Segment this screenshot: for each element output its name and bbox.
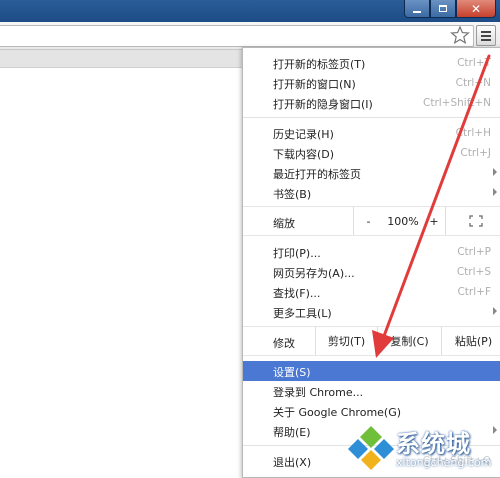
- menu-item-downloads[interactable]: 下载内容(D) Ctrl+J: [243, 143, 500, 163]
- menu-item-shortcut: Ctrl+S: [456, 266, 491, 278]
- watermark-logo-icon: [348, 426, 394, 470]
- menu-item-label: 网页另存为(A)...: [273, 267, 355, 280]
- menu-item-bookmarks[interactable]: 书签(B): [243, 183, 500, 203]
- menu-item-shortcut: Ctrl+P: [457, 246, 491, 258]
- zoom-in-button[interactable]: +: [423, 207, 445, 235]
- close-icon: ✕: [470, 1, 482, 16]
- page-header-strip: [0, 50, 243, 68]
- menu-item-shortcut: Ctrl+Shift+N: [423, 97, 491, 109]
- window-controls: ✕: [404, 0, 496, 18]
- menu-item-label: 退出(X): [273, 456, 312, 469]
- menu-item-more-tools[interactable]: 更多工具(L): [243, 302, 500, 322]
- zoom-row: 缩放 - 100% +: [243, 206, 500, 236]
- watermark-title: 系统城: [396, 430, 471, 458]
- zoom-level: 100%: [383, 207, 423, 235]
- cut-label: 剪切(T): [327, 335, 366, 348]
- menu-item-new-window[interactable]: 打开新的窗口(N) Ctrl+N: [243, 73, 500, 93]
- close-button[interactable]: ✕: [456, 0, 496, 18]
- menu-item-shortcut: Ctrl+F: [457, 286, 491, 298]
- copy-button[interactable]: 复制(C): [377, 327, 441, 355]
- watermark: 系统城 xitongcheng.com: [346, 418, 500, 478]
- paste-button[interactable]: 粘贴(P): [441, 327, 500, 355]
- menu-item-label: 书签(B): [273, 188, 312, 201]
- minimize-button[interactable]: [404, 0, 430, 18]
- edit-label: 修改: [273, 337, 295, 350]
- zoom-out-button[interactable]: -: [353, 207, 383, 235]
- submenu-arrow-icon: [493, 188, 497, 196]
- menu-item-shortcut: Ctrl+J: [460, 147, 491, 159]
- menu-item-label: 打开新的标签页(T): [273, 58, 366, 71]
- paste-label: 粘贴(P): [454, 335, 493, 348]
- submenu-arrow-icon: [493, 168, 497, 176]
- menu-item-save-page-as[interactable]: 网页另存为(A)... Ctrl+S: [243, 262, 500, 282]
- hamburger-icon-line: [481, 35, 491, 37]
- zoom-label: 缩放: [273, 217, 295, 230]
- menu-item-label: 查找(F)...: [273, 287, 321, 300]
- menu-item-new-tab[interactable]: 打开新的标签页(T) Ctrl+T: [243, 53, 500, 73]
- copy-label: 复制(C): [390, 335, 429, 348]
- menu-item-label: 帮助(E): [273, 426, 311, 439]
- menu-item-label: 打开新的隐身窗口(I): [273, 98, 373, 111]
- bookmark-star-icon[interactable]: [450, 25, 470, 45]
- chrome-menu-button[interactable]: [476, 25, 496, 46]
- menu-item-recent-tabs[interactable]: 最近打开的标签页: [243, 163, 500, 183]
- menu-item-label: 打印(P)...: [273, 247, 321, 260]
- menu-item-settings[interactable]: 设置(S): [243, 361, 500, 381]
- menu-item-shortcut: Ctrl+T: [457, 57, 491, 69]
- menu-item-shortcut: Ctrl+N: [455, 77, 491, 89]
- menu-item-find[interactable]: 查找(F)... Ctrl+F: [243, 282, 500, 302]
- menu-item-sign-in-chrome[interactable]: 登录到 Chrome...: [243, 381, 500, 401]
- zoom-level-value: 100%: [387, 214, 419, 228]
- menu-item-label: 设置(S): [273, 366, 311, 379]
- zoom-out-label: -: [366, 214, 371, 228]
- window-titlebar: ✕: [0, 0, 500, 22]
- menu-item-print[interactable]: 打印(P)... Ctrl+P: [243, 242, 500, 262]
- address-bar[interactable]: [0, 25, 474, 47]
- submenu-arrow-icon: [493, 307, 497, 315]
- menu-item-label: 登录到 Chrome...: [273, 386, 364, 399]
- hamburger-icon-line: [481, 39, 491, 41]
- menu-item-label: 历史记录(H): [273, 128, 334, 141]
- minimize-icon: [413, 10, 421, 13]
- menu-item-new-incognito-window[interactable]: 打开新的隐身窗口(I) Ctrl+Shift+N: [243, 93, 500, 113]
- menu-item-label: 最近打开的标签页: [273, 168, 361, 181]
- restore-icon: [439, 5, 447, 12]
- watermark-url: xitongcheng.com: [396, 456, 492, 469]
- browser-toolbar: [0, 22, 500, 50]
- menu-item-label: 更多工具(L): [273, 307, 332, 320]
- edit-row: 修改 剪切(T) 复制(C) 粘贴(P): [243, 326, 500, 356]
- menu-separator: [243, 117, 500, 118]
- menu-item-history[interactable]: 历史记录(H) Ctrl+H: [243, 123, 500, 143]
- zoom-in-label: +: [429, 214, 439, 228]
- fullscreen-icon: [468, 215, 483, 227]
- menu-item-label: 下载内容(D): [273, 148, 335, 161]
- fullscreen-button[interactable]: [445, 207, 500, 235]
- menu-item-label: 打开新的窗口(N): [273, 78, 356, 91]
- restore-button[interactable]: [430, 0, 456, 18]
- hamburger-icon: [481, 31, 491, 33]
- chrome-dropdown-menu: 打开新的标签页(T) Ctrl+T 打开新的窗口(N) Ctrl+N 打开新的隐…: [242, 47, 500, 478]
- cut-button[interactable]: 剪切(T): [315, 327, 377, 355]
- menu-item-shortcut: Ctrl+H: [455, 127, 491, 139]
